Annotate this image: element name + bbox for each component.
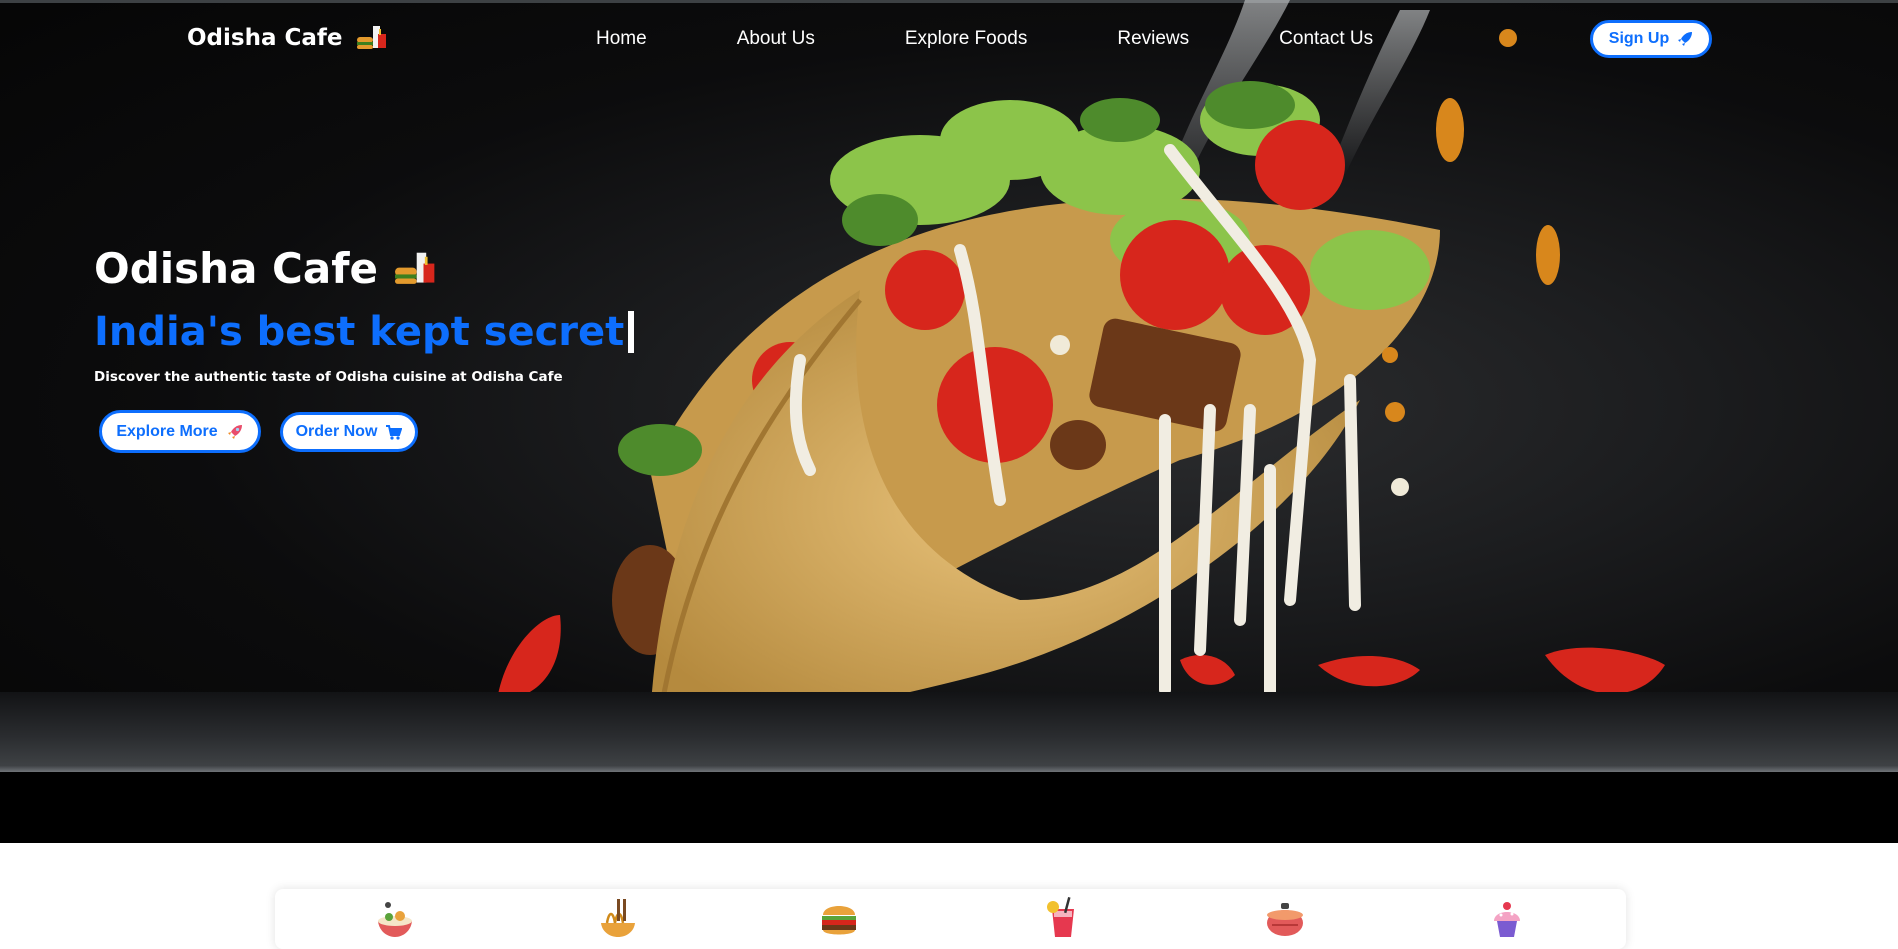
cart-icon	[386, 425, 403, 440]
nav-contact-us[interactable]: Contact Us	[1279, 28, 1373, 50]
order-now-label: Order Now	[295, 423, 378, 440]
rocket-icon	[1678, 32, 1693, 46]
category-panel	[275, 889, 1626, 949]
sign-up-label: Sign Up	[1608, 30, 1670, 47]
fast-food-icon	[355, 24, 387, 52]
drink-icon[interactable]	[1042, 897, 1084, 939]
order-now-button[interactable]: Order Now	[280, 412, 418, 452]
hero-bottom-band	[0, 772, 1898, 843]
nav-about-us[interactable]: About Us	[737, 28, 815, 50]
hero-tagline: India's best kept secret	[94, 309, 635, 355]
hero-title: Odisha Cafe	[94, 244, 436, 293]
rice-bowl-icon[interactable]	[374, 897, 416, 939]
hero-section: Odisha Cafe Home About Us Explore Foods …	[0, 0, 1898, 843]
cupcake-icon[interactable]	[1486, 897, 1528, 939]
main-nav: Home About Us Explore Foods Reviews Cont…	[596, 28, 1373, 50]
typing-caret	[628, 311, 635, 353]
counter-surface	[0, 692, 1898, 772]
hero-tagline-text: India's best kept secret	[94, 309, 625, 355]
burger-icon[interactable]	[818, 897, 860, 939]
nav-reviews[interactable]: Reviews	[1117, 28, 1189, 50]
nav-home[interactable]: Home	[596, 28, 647, 50]
nav-explore-foods[interactable]: Explore Foods	[905, 28, 1028, 50]
explore-more-label: Explore More	[116, 422, 218, 440]
navbar-brand[interactable]: Odisha Cafe	[187, 24, 387, 52]
sign-up-button[interactable]: Sign Up	[1590, 20, 1712, 58]
curry-pot-icon[interactable]	[1264, 897, 1306, 939]
noodles-icon[interactable]	[597, 897, 639, 939]
fast-food-icon	[392, 250, 436, 288]
brand-name: Odisha Cafe	[187, 25, 343, 51]
explore-more-button[interactable]: Explore More	[99, 410, 261, 453]
rocket-icon	[227, 424, 242, 439]
hero-title-text: Odisha Cafe	[94, 244, 378, 293]
hero-description: Discover the authentic taste of Odisha c…	[94, 369, 563, 385]
